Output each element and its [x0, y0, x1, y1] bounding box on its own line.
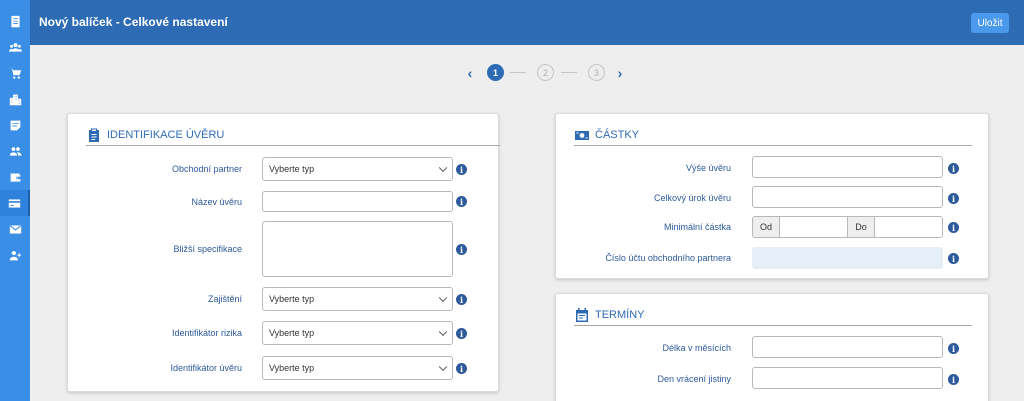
chevron-left-icon[interactable]: ‹ [464, 65, 476, 81]
wallet-icon [10, 172, 20, 182]
minimalni-castka-range: Od Do [752, 216, 943, 238]
select-value: Vyberte typ [269, 363, 315, 373]
card-title-text: Identifikace úvěru [107, 129, 225, 141]
label-celkovy-urok: Celkový úrok úvěru [653, 193, 731, 203]
label-zajisteni: Zajištění [207, 294, 242, 304]
card-title-text: Částky [595, 129, 640, 141]
app-header: Nový balíček - Celkové nastavení Uložit [30, 0, 1024, 45]
buildings-icon [9, 94, 21, 105]
info-icon[interactable]: i [456, 294, 467, 305]
info-icon[interactable]: i [456, 244, 467, 255]
card-identifikace: Identifikace úvěru Obchodní partner Vybe… [67, 113, 500, 392]
step-divider [510, 72, 526, 73]
label-obchodni-partner: Obchodní partner [171, 164, 242, 174]
sidebar-item-cart[interactable] [0, 60, 30, 86]
sidebar-item-wallet[interactable] [0, 164, 30, 190]
divider [574, 145, 972, 146]
chevron-down-icon [438, 362, 448, 372]
money-icon [575, 131, 589, 140]
save-button[interactable]: Uložit [971, 13, 1009, 33]
label-minimalni-castka: Minimální částka [663, 222, 731, 232]
note-icon [10, 120, 20, 130]
divider [574, 325, 972, 326]
select-value: Vyberte typ [269, 328, 315, 338]
mail-icon [9, 224, 21, 234]
step-3[interactable]: 3 [588, 64, 605, 81]
info-icon[interactable]: i [948, 222, 959, 233]
sidebar-item-people[interactable] [0, 138, 30, 164]
den-vraceni-input[interactable] [752, 367, 943, 389]
chevron-down-icon [438, 163, 448, 173]
identifikator-uveru-select[interactable]: Vyberte typ [262, 356, 453, 380]
card-title-terminy: Termíny [574, 306, 645, 324]
info-icon[interactable]: i [948, 253, 959, 264]
nazev-uveru-input[interactable] [262, 191, 453, 212]
select-value: Vyberte typ [269, 294, 315, 304]
zajisteni-select[interactable]: Vyberte typ [262, 287, 453, 311]
info-icon[interactable]: i [948, 343, 959, 354]
info-icon[interactable]: i [456, 164, 467, 175]
sidebar-item-add-user[interactable] [0, 242, 30, 268]
cart-icon [9, 68, 21, 79]
card-castky: Částky Výše úvěru i Celkový úrok úvěru i… [555, 113, 989, 279]
sidebar-item-users-group[interactable] [0, 34, 30, 60]
label-cislo-uctu: Číslo účtu obchodního partnera [605, 253, 731, 263]
card-title-identifikace: Identifikace úvěru [86, 126, 224, 144]
label-nazev-uveru: Název úvěru [191, 197, 242, 207]
card-terminy: Termíny Délka v měsících i Den vrácení j… [555, 293, 989, 401]
calendar-icon [576, 308, 588, 322]
info-icon[interactable]: i [948, 374, 959, 385]
label-den-vraceni: Den vrácení jistiny [657, 374, 731, 384]
chevron-down-icon [438, 327, 448, 337]
label-blizsi-specifikace: Bližší specifikace [173, 244, 242, 254]
page-title: Nový balíček - Celkové nastavení [39, 15, 228, 29]
blizsi-specifikace-textarea[interactable] [262, 221, 453, 277]
celkovy-urok-input[interactable] [752, 186, 943, 208]
range-to-tag: Do [848, 217, 875, 237]
info-icon[interactable]: i [948, 163, 959, 174]
label-identifikator-rizika: Identifikátor rizika [171, 328, 242, 338]
sidebar [0, 0, 30, 401]
obchodni-partner-select[interactable]: Vyberte typ [262, 157, 453, 181]
card-icon [8, 198, 20, 208]
sidebar-item-card[interactable] [0, 190, 30, 216]
add-user-icon [9, 250, 21, 260]
label-identifikator-uveru: Identifikátor úvěru [170, 363, 242, 373]
info-icon[interactable]: i [456, 328, 467, 339]
label-vyse-uveru: Výše úvěru [685, 163, 731, 173]
wizard-stepper: ‹ 1 2 3 › [464, 64, 634, 82]
sidebar-item-mail[interactable] [0, 216, 30, 242]
info-icon[interactable]: i [456, 196, 467, 207]
step-divider [561, 72, 577, 73]
identifikator-rizika-select[interactable]: Vyberte typ [262, 321, 453, 345]
step-1[interactable]: 1 [487, 64, 504, 81]
sidebar-item-buildings[interactable] [0, 86, 30, 112]
range-to-input[interactable] [875, 217, 942, 237]
sidebar-item-note[interactable] [0, 112, 30, 138]
cislo-uctu-input[interactable] [752, 247, 943, 269]
card-title-castky: Částky [574, 126, 639, 144]
range-from-tag: Od [753, 217, 780, 237]
vyse-uveru-input[interactable] [752, 156, 943, 178]
step-2[interactable]: 2 [537, 64, 554, 81]
clipboard-icon [89, 128, 99, 142]
document-icon [10, 15, 20, 27]
info-icon[interactable]: i [948, 193, 959, 204]
select-value: Vyberte typ [269, 164, 315, 174]
label-delka: Délka v měsících [662, 343, 731, 353]
info-icon[interactable]: i [456, 363, 467, 374]
card-title-text: Termíny [595, 309, 645, 321]
delka-input[interactable] [752, 336, 943, 358]
chevron-down-icon [438, 293, 448, 303]
people-icon [9, 146, 22, 156]
sidebar-item-document[interactable] [0, 8, 30, 34]
users-group-icon [8, 42, 22, 52]
chevron-right-icon[interactable]: › [614, 65, 626, 81]
range-from-input[interactable] [780, 217, 848, 237]
divider [86, 145, 500, 146]
